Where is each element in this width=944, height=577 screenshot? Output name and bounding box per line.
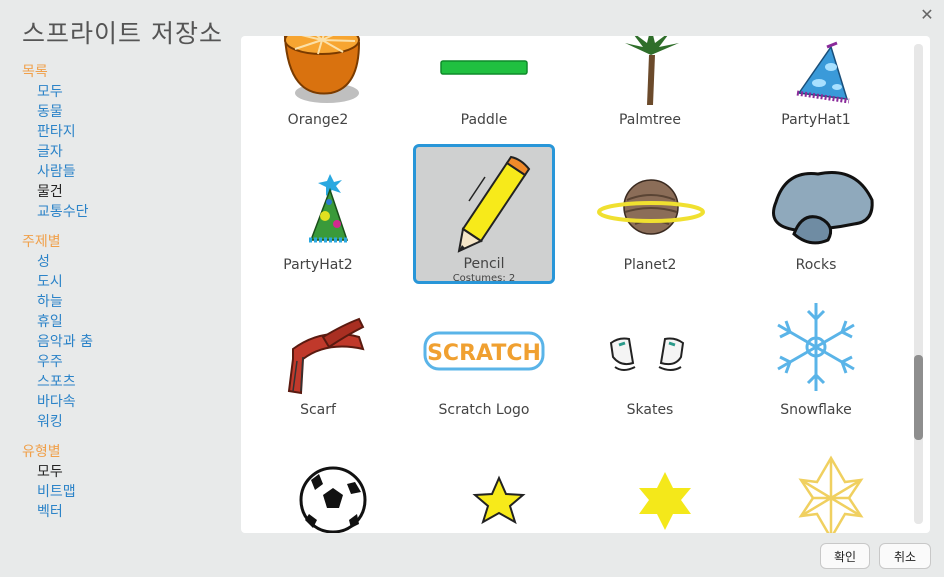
sidebar-item-letters[interactable]: 글자 bbox=[37, 142, 232, 162]
sidebar-item-space[interactable]: 우주 bbox=[37, 352, 232, 372]
sidebar-item-city[interactable]: 도시 bbox=[37, 272, 232, 292]
sidebar-item-transportation[interactable]: 교통수단 bbox=[37, 202, 232, 222]
planet-icon bbox=[579, 152, 721, 252]
scrollbar-thumb[interactable] bbox=[914, 355, 923, 440]
pencil-icon bbox=[416, 155, 552, 255]
rocks-icon bbox=[745, 152, 887, 252]
sidebar-item-vector[interactable]: 벡터 bbox=[37, 502, 232, 522]
sprite-tile-paddle[interactable]: Paddle bbox=[413, 36, 555, 139]
sprite-tile-partyhat2[interactable]: PartyHat2 bbox=[247, 144, 389, 284]
snowflake-icon bbox=[745, 297, 887, 397]
scratch-logo-icon: SCRATCH bbox=[413, 297, 555, 397]
type-header: 유형별 bbox=[22, 444, 61, 460]
sidebar-item-sports[interactable]: 스포츠 bbox=[37, 372, 232, 392]
sidebar-item-animals[interactable]: 동물 bbox=[37, 102, 232, 122]
sidebar: 목록 모두 동물 판타지 글자 사람들 물건 교통수단 주제별 성 도시 하늘 … bbox=[22, 62, 232, 532]
svg-text:SCRATCH: SCRATCH bbox=[427, 341, 541, 366]
type-list: 모두 비트맵 벡터 bbox=[37, 462, 232, 522]
sidebar-item-holiday[interactable]: 휴일 bbox=[37, 312, 232, 332]
sprite-name: Skates bbox=[626, 402, 674, 418]
scarf-icon bbox=[247, 297, 389, 397]
sprite-tile-pencil[interactable]: Pencil Costumes: 2 bbox=[413, 144, 555, 284]
theme-list: 성 도시 하늘 휴일 음악과 춤 우주 스포츠 바다속 워킹 bbox=[37, 252, 232, 432]
sprite-name: Scratch Logo bbox=[438, 402, 530, 418]
sprite-tile-orange2[interactable]: Orange2 bbox=[247, 36, 389, 139]
sidebar-item-people[interactable]: 사람들 bbox=[37, 162, 232, 182]
sidebar-item-flying[interactable]: 하늘 bbox=[37, 292, 232, 312]
close-icon[interactable]: ✕ bbox=[918, 6, 936, 24]
sprite-library-dialog: 스프라이트 저장소 ✕ 목록 모두 동물 판타지 글자 사람들 물건 교통수단 … bbox=[0, 0, 944, 577]
sprite-tile-scratch-logo[interactable]: SCRATCH Scratch Logo bbox=[413, 289, 555, 429]
sprite-name: Snowflake bbox=[780, 402, 852, 418]
party-hat-icon bbox=[247, 152, 389, 252]
category-header: 목록 bbox=[22, 64, 48, 80]
costume-count: Costumes: 2 bbox=[452, 273, 516, 284]
star-icon bbox=[745, 442, 887, 533]
sidebar-item-underwater[interactable]: 바다속 bbox=[37, 392, 232, 412]
sprite-name: Scarf bbox=[300, 402, 336, 418]
sidebar-item-fantasy[interactable]: 판타지 bbox=[37, 122, 232, 142]
sidebar-item-walking[interactable]: 워킹 bbox=[37, 412, 232, 432]
sprite-tile-scarf[interactable]: Scarf bbox=[247, 289, 389, 429]
sidebar-item-all[interactable]: 모두 bbox=[37, 82, 232, 102]
star-icon bbox=[413, 442, 555, 533]
sprite-name: Planet2 bbox=[623, 257, 677, 273]
sidebar-item-things[interactable]: 물건 bbox=[37, 182, 232, 202]
soccer-ball-icon bbox=[247, 442, 389, 533]
sprite-name: Paddle bbox=[460, 112, 508, 128]
star-icon bbox=[579, 442, 721, 533]
sprite-tile-palmtree[interactable]: Palmtree bbox=[579, 36, 721, 139]
sprite-name: PartyHat1 bbox=[781, 112, 851, 128]
ok-button[interactable]: 확인 bbox=[820, 543, 870, 569]
cancel-button[interactable]: 취소 bbox=[879, 543, 931, 569]
sidebar-item-castle[interactable]: 성 bbox=[37, 252, 232, 272]
palmtree-icon bbox=[579, 36, 721, 107]
skates-icon bbox=[579, 297, 721, 397]
sprite-name: PartyHat2 bbox=[283, 257, 353, 273]
sprite-tile-partyhat1[interactable]: PartyHat1 bbox=[745, 36, 887, 139]
sprite-tile-star-solid[interactable] bbox=[579, 434, 721, 533]
sprite-grid-panel: Orange2 Paddle Palmtree PartyHat1 PartyH… bbox=[241, 36, 930, 533]
scrollbar-track[interactable] bbox=[914, 44, 923, 524]
sprite-tile-snowflake[interactable]: Snowflake bbox=[745, 289, 887, 429]
orange-icon bbox=[247, 36, 389, 107]
sprite-tile-rocks[interactable]: Rocks bbox=[745, 144, 887, 284]
sidebar-item-type-all[interactable]: 모두 bbox=[37, 462, 232, 482]
sprite-tile-skates[interactable]: Skates bbox=[579, 289, 721, 429]
sprite-name: Rocks bbox=[795, 257, 837, 273]
dialog-title: 스프라이트 저장소 bbox=[22, 19, 223, 48]
sprite-name: Pencil bbox=[463, 256, 505, 272]
party-hat-icon bbox=[745, 36, 887, 107]
sidebar-item-music-dance[interactable]: 음악과 춤 bbox=[37, 332, 232, 352]
sprite-tile-star-lines[interactable] bbox=[745, 434, 887, 533]
sprite-name: Orange2 bbox=[287, 112, 349, 128]
sidebar-item-bitmap[interactable]: 비트맵 bbox=[37, 482, 232, 502]
sprite-tile-soccer-ball[interactable] bbox=[247, 434, 389, 533]
category-list: 모두 동물 판타지 글자 사람들 물건 교통수단 bbox=[37, 82, 232, 222]
sprite-name: Palmtree bbox=[618, 112, 682, 128]
sprite-tile-planet2[interactable]: Planet2 bbox=[579, 144, 721, 284]
sprite-tile-star-outline[interactable] bbox=[413, 434, 555, 533]
theme-header: 주제별 bbox=[22, 234, 61, 250]
paddle-icon bbox=[413, 36, 555, 107]
